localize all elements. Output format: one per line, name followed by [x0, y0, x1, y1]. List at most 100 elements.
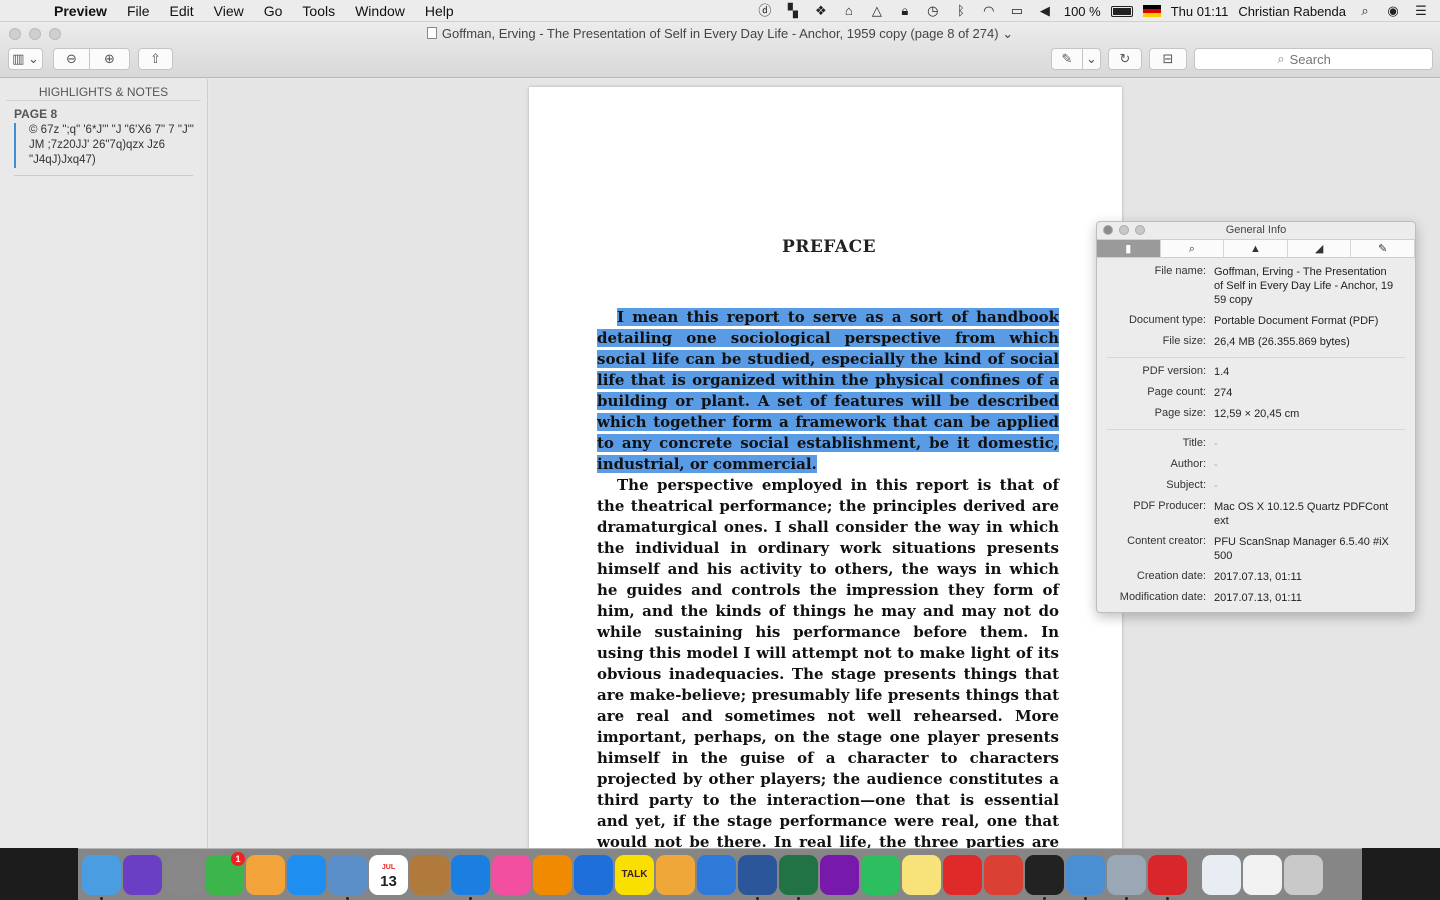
notification-center-icon[interactable]: ☰: [1412, 3, 1430, 19]
volume-icon[interactable]: ◀︎: [1036, 3, 1054, 19]
dock-evernote-icon[interactable]: [861, 854, 900, 895]
dock-excel-icon[interactable]: [779, 854, 818, 900]
dock-trash-icon[interactable]: [1284, 854, 1323, 895]
dock-bookmarks-icon[interactable]: [943, 854, 982, 895]
menu-help[interactable]: Help: [415, 3, 464, 19]
tab-annotations[interactable]: ✎: [1351, 240, 1415, 257]
info-row-file-size: File size: 26,4 MB (26.355.869 bytes): [1097, 335, 1415, 349]
dock-facetime-icon[interactable]: 1: [205, 851, 245, 895]
menu-app-name[interactable]: Preview: [44, 3, 117, 19]
body-paragraph[interactable]: The perspective employed in this report …: [597, 475, 1059, 848]
info-label: File name:: [1154, 265, 1206, 277]
wifi-icon[interactable]: ◠: [980, 3, 998, 19]
dock-preview-icon[interactable]: [328, 854, 367, 900]
info-panel-titlebar: General Info: [1097, 222, 1415, 239]
markup-button[interactable]: ✎: [1051, 48, 1083, 70]
zoom-in-button[interactable]: ⊕: [89, 48, 130, 70]
search-input[interactable]: [1289, 51, 1350, 67]
input-source-flag-icon[interactable]: [1142, 5, 1161, 17]
dock-finder-icon[interactable]: [82, 854, 121, 900]
dock-vlc-icon[interactable]: [533, 854, 572, 895]
tab-encryption[interactable]: ▲: [1224, 240, 1288, 257]
dock-app-store-icon[interactable]: [287, 854, 326, 895]
lock-icon[interactable]: 🔒︎: [896, 3, 914, 19]
dock-photos-icon[interactable]: [246, 854, 285, 895]
info-row-creation-date: Creation date: 2017.07.13, 01:11: [1097, 570, 1415, 584]
airplay-icon[interactable]: ▭: [1008, 3, 1026, 19]
dropbox-icon[interactable]: ❖: [812, 3, 830, 19]
time-machine-icon[interactable]: ◷: [924, 3, 942, 19]
tab-general-info[interactable]: ▮: [1097, 240, 1161, 257]
dock-contacts-icon[interactable]: [410, 854, 449, 895]
sidebar-header: HIGHLIGHTS & NOTES: [6, 79, 201, 101]
menubar-user[interactable]: Christian Rabenda: [1238, 4, 1346, 19]
dock-acrobat-icon[interactable]: [1148, 854, 1187, 900]
chevron-down-icon[interactable]: ⌄: [1002, 26, 1013, 41]
dock-system-preferences-icon[interactable]: [164, 854, 203, 895]
text-highlight[interactable]: I mean this report to serve as a sort of…: [597, 308, 1059, 473]
bluetooth-icon[interactable]: ᛒ: [952, 3, 970, 19]
lock-icon: ▲: [1250, 243, 1261, 255]
tab-keywords[interactable]: ⌕: [1160, 240, 1225, 257]
dock-pages-icon[interactable]: [656, 854, 695, 895]
menu-tools[interactable]: Tools: [292, 3, 345, 19]
dock-kakaotalk-icon[interactable]: TALK: [615, 854, 654, 895]
markup-toolbar-button[interactable]: ⊟: [1149, 48, 1187, 70]
dock-sync-icon[interactable]: [574, 854, 613, 895]
page-body[interactable]: I mean this report to serve as a sort of…: [597, 307, 1059, 848]
info-minimize-button[interactable]: [1119, 225, 1129, 235]
battery-percent[interactable]: 100 %: [1064, 4, 1101, 19]
info-zoom-button[interactable]: [1135, 225, 1145, 235]
document-title[interactable]: Goffman, Erving - The Presentation of Se…: [0, 26, 1440, 42]
info-divider: [1107, 357, 1405, 358]
menu-view[interactable]: View: [204, 3, 254, 19]
highlighted-paragraph[interactable]: I mean this report to serve as a sort of…: [597, 307, 1059, 475]
menu-window[interactable]: Window: [345, 3, 415, 19]
menu-go[interactable]: Go: [254, 3, 293, 19]
dock-keynote-icon[interactable]: [697, 854, 736, 895]
info-row-page-size: Page size: 12,59 × 20,45 cm: [1097, 407, 1415, 421]
dock-word-icon[interactable]: [738, 854, 777, 900]
window-titlebar: Goffman, Erving - The Presentation of Se…: [0, 22, 1440, 78]
sidebar-page-label: PAGE 8: [14, 107, 58, 121]
sidebar-toggle-button[interactable]: ▥ ⌄: [8, 48, 43, 70]
running-indicator: [1043, 896, 1046, 900]
toolbox-icon: ⊟: [1162, 51, 1174, 66]
dock-siri-icon[interactable]: [123, 854, 162, 895]
dock-image-capture-icon[interactable]: [1107, 854, 1146, 900]
rotate-button[interactable]: ↻: [1108, 48, 1142, 70]
battery-icon[interactable]: [1110, 5, 1133, 17]
dock-screen-sharing-icon[interactable]: [1066, 854, 1105, 900]
windows-layout-icon[interactable]: ▚: [784, 3, 802, 19]
dictionary-icon[interactable]: ⓓ: [756, 3, 774, 19]
home-icon[interactable]: ⌂: [840, 3, 858, 19]
menu-file[interactable]: File: [117, 3, 160, 19]
google-drive-icon[interactable]: △: [868, 3, 886, 19]
info-divider: [1107, 429, 1405, 430]
dock-notes-icon[interactable]: [902, 854, 941, 895]
highlight-note-item[interactable]: © 67z ";q" '6*J'" "J "6'X6 7" 7 "J"' JM …: [14, 123, 194, 168]
siri-icon[interactable]: ◉: [1384, 3, 1402, 19]
spotlight-search-icon[interactable]: ⌕: [1356, 3, 1374, 19]
menubar-clock[interactable]: Thu 01:11: [1171, 4, 1229, 19]
tab-crop[interactable]: ◢: [1287, 240, 1352, 257]
dock-calendar-icon[interactable]: JUL 13: [369, 854, 408, 895]
info-label: Document type:: [1128, 314, 1206, 326]
dock-activity-monitor-icon[interactable]: [1025, 854, 1064, 900]
running-indicator: [1125, 896, 1128, 900]
menu-edit[interactable]: Edit: [160, 3, 204, 19]
info-content-creator: PFU ScanSnap Manager 6.5.40 #iX500: [1214, 536, 1389, 562]
running-indicator: [469, 896, 472, 900]
share-button[interactable]: ⇧: [138, 48, 173, 70]
markup-menu-button[interactable]: ⌄: [1082, 48, 1101, 70]
search-field[interactable]: ⌕: [1194, 48, 1433, 70]
zoom-out-button[interactable]: ⊖: [53, 48, 90, 70]
dock-documents-icon[interactable]: [1202, 854, 1241, 895]
dock-itunes-icon[interactable]: [492, 854, 531, 895]
info-close-button[interactable]: [1103, 225, 1113, 235]
dock-text-file-icon[interactable]: [1243, 854, 1282, 895]
dock-safari-icon[interactable]: [451, 854, 490, 900]
dock-todoist-icon[interactable]: [984, 854, 1023, 895]
pdf-page[interactable]: PREFACE I mean this report to serve as a…: [529, 87, 1122, 848]
dock-onenote-icon[interactable]: [820, 854, 859, 895]
